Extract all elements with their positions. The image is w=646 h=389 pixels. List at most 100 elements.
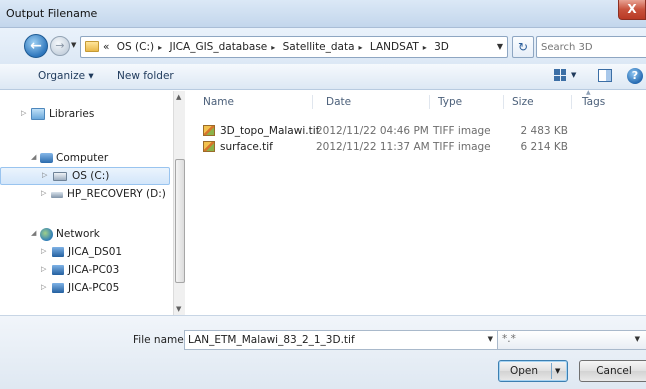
expand-arrow-icon[interactable]: ▷ [21,109,26,117]
new-folder-button[interactable]: New folder [117,70,174,82]
libraries-icon [31,108,45,120]
view-options-icon[interactable] [554,69,566,81]
filename-dropdown-icon[interactable]: ▼ [488,335,493,343]
breadcrumb-separator-icon[interactable]: ▸ [359,43,363,52]
nav-item-hp-recovery[interactable]: ▷ HP_RECOVERY (D:) [0,186,170,204]
nav-item-label: HP_RECOVERY (D:) [67,188,166,200]
nav-item-computer[interactable]: ◢ Computer [0,150,170,168]
nav-item-label: OS (C:) [72,170,110,182]
nav-item-label: Computer [56,152,109,164]
expand-arrow-icon[interactable]: ▷ [41,247,46,255]
column-header-name[interactable]: Name [203,96,234,108]
collapse-arrow-icon[interactable]: ◢ [31,229,36,237]
forward-arrow-icon: → [55,39,65,52]
split-divider [551,363,552,379]
file-date: 2012/11/22 11:37 AM [316,141,430,153]
nav-item-label: Libraries [49,108,95,120]
column-divider[interactable] [503,95,504,109]
breadcrumb-overflow[interactable]: « [103,41,109,53]
file-type: TIFF image [433,125,491,137]
address-dropdown-icon[interactable]: ▼ [497,42,503,51]
navigation-scrollbar[interactable]: ▲ ▼ [173,91,185,315]
organize-menu[interactable]: Organize ▾ [38,70,94,82]
breadcrumb-landsat[interactable]: LANDSAT [370,41,419,53]
folder-icon [85,41,99,52]
drive-icon [51,192,63,198]
breadcrumb-jica-gis-database[interactable]: JICA_GIS_database [169,41,267,53]
nav-item-label: JICA-PC05 [68,282,120,294]
command-bar: Organize ▾ New folder ▼ ? [0,64,646,90]
filename-input[interactable] [188,333,478,347]
file-row[interactable]: surface.tif 2012/11/22 11:37 AM TIFF ima… [186,140,646,156]
column-header-tags[interactable]: Tags [582,96,605,108]
breadcrumb-3d[interactable]: 3D [434,41,449,53]
column-divider[interactable] [571,95,572,109]
nav-item-label: JICA-PC03 [68,264,120,276]
column-header-type[interactable]: Type [438,96,462,108]
file-type: TIFF image [433,141,491,153]
expand-arrow-icon[interactable]: ▷ [41,265,46,273]
expand-arrow-icon[interactable]: ▷ [41,189,46,197]
back-button[interactable]: ← [24,34,48,58]
preview-pane-icon[interactable] [598,69,612,82]
file-list: ▲ Name Date Type Size Tags 3D_topo_Malaw… [186,89,646,315]
nav-item-os-c[interactable]: ▷ OS (C:) [0,167,170,185]
expand-arrow-icon[interactable]: ▷ [41,283,46,291]
filetype-dropdown-icon[interactable]: ▼ [635,335,640,343]
nav-item-network[interactable]: ◢ Network [0,226,170,244]
breadcrumb-separator-icon[interactable]: ▸ [158,43,162,52]
nav-item-network-pc[interactable]: ▷ JICA-PC05 [0,280,170,298]
open-options-dropdown-icon[interactable]: ▼ [555,361,560,381]
computer-icon [40,153,53,163]
navigation-pane: ▷ Libraries ◢ Computer ▷ OS (C:) ▷ HP_RE… [0,91,173,315]
column-divider[interactable] [429,95,430,109]
computer-icon [52,265,64,275]
scroll-down-icon[interactable]: ▼ [176,305,181,313]
expand-arrow-icon[interactable]: ▷ [42,171,47,179]
breadcrumb-os-c[interactable]: OS (C:) [117,41,154,53]
computer-icon [52,283,64,293]
recent-pages-dropdown-icon[interactable]: ▼ [71,41,76,49]
forward-button[interactable]: → [50,36,70,56]
breadcrumb: « OS (C:) ▸ JICA_GIS_database ▸ Satellite_… [103,41,453,53]
filetype-select[interactable]: *.* ▼ [497,330,646,350]
scroll-up-icon[interactable]: ▲ [176,93,181,101]
refresh-button[interactable]: ↻ [512,36,534,58]
drive-icon [53,172,67,181]
computer-icon [52,247,64,257]
tiff-file-icon [203,141,215,152]
window-title: Output Filename [6,7,98,20]
nav-item-libraries[interactable]: ▷ Libraries [0,106,170,124]
tiff-file-icon [203,125,215,136]
sort-indicator-icon: ▲ [586,89,591,96]
view-options-dropdown-icon[interactable]: ▼ [571,71,576,79]
network-icon [40,228,53,241]
nav-item-network-pc[interactable]: ▷ JICA-PC03 [0,262,170,280]
column-header-size[interactable]: Size [512,96,534,108]
help-icon[interactable]: ? [627,68,643,84]
breadcrumb-separator-icon[interactable]: ▸ [271,43,275,52]
scrollbar-thumb[interactable] [175,159,185,283]
open-button[interactable]: Open ▼ [498,360,568,382]
column-header-date[interactable]: Date [326,96,351,108]
cancel-button[interactable]: Cancel [579,360,646,382]
nav-item-label: JICA_DS01 [68,246,123,258]
refresh-icon: ↻ [517,40,529,54]
file-name: 3D_topo_Malawi.tif [220,125,320,137]
breadcrumb-separator-icon[interactable]: ▸ [423,43,427,52]
column-divider[interactable] [312,95,313,109]
filetype-value: *.* [502,333,516,345]
filename-field: ▼ [184,330,498,350]
breadcrumb-satellite-data[interactable]: Satellite_data [283,41,355,53]
search-input[interactable] [541,40,641,54]
save-panel: File name: ▼ *.* ▼ Open ▼ Cancel [0,315,646,389]
back-arrow-icon: ← [30,38,42,54]
collapse-arrow-icon[interactable]: ◢ [31,153,36,161]
address-bar[interactable]: « OS (C:) ▸ JICA_GIS_database ▸ Satellite_… [80,36,508,58]
file-row[interactable]: 3D_topo_Malawi.tif 2012/11/22 04:46 PM T… [186,124,646,140]
close-button[interactable]: X [618,0,646,20]
nav-item-label: Network [56,228,100,240]
close-icon: X [627,2,637,16]
title-bar: Output Filename X [0,0,646,28]
nav-item-network-pc[interactable]: ▷ JICA_DS01 [0,244,170,262]
